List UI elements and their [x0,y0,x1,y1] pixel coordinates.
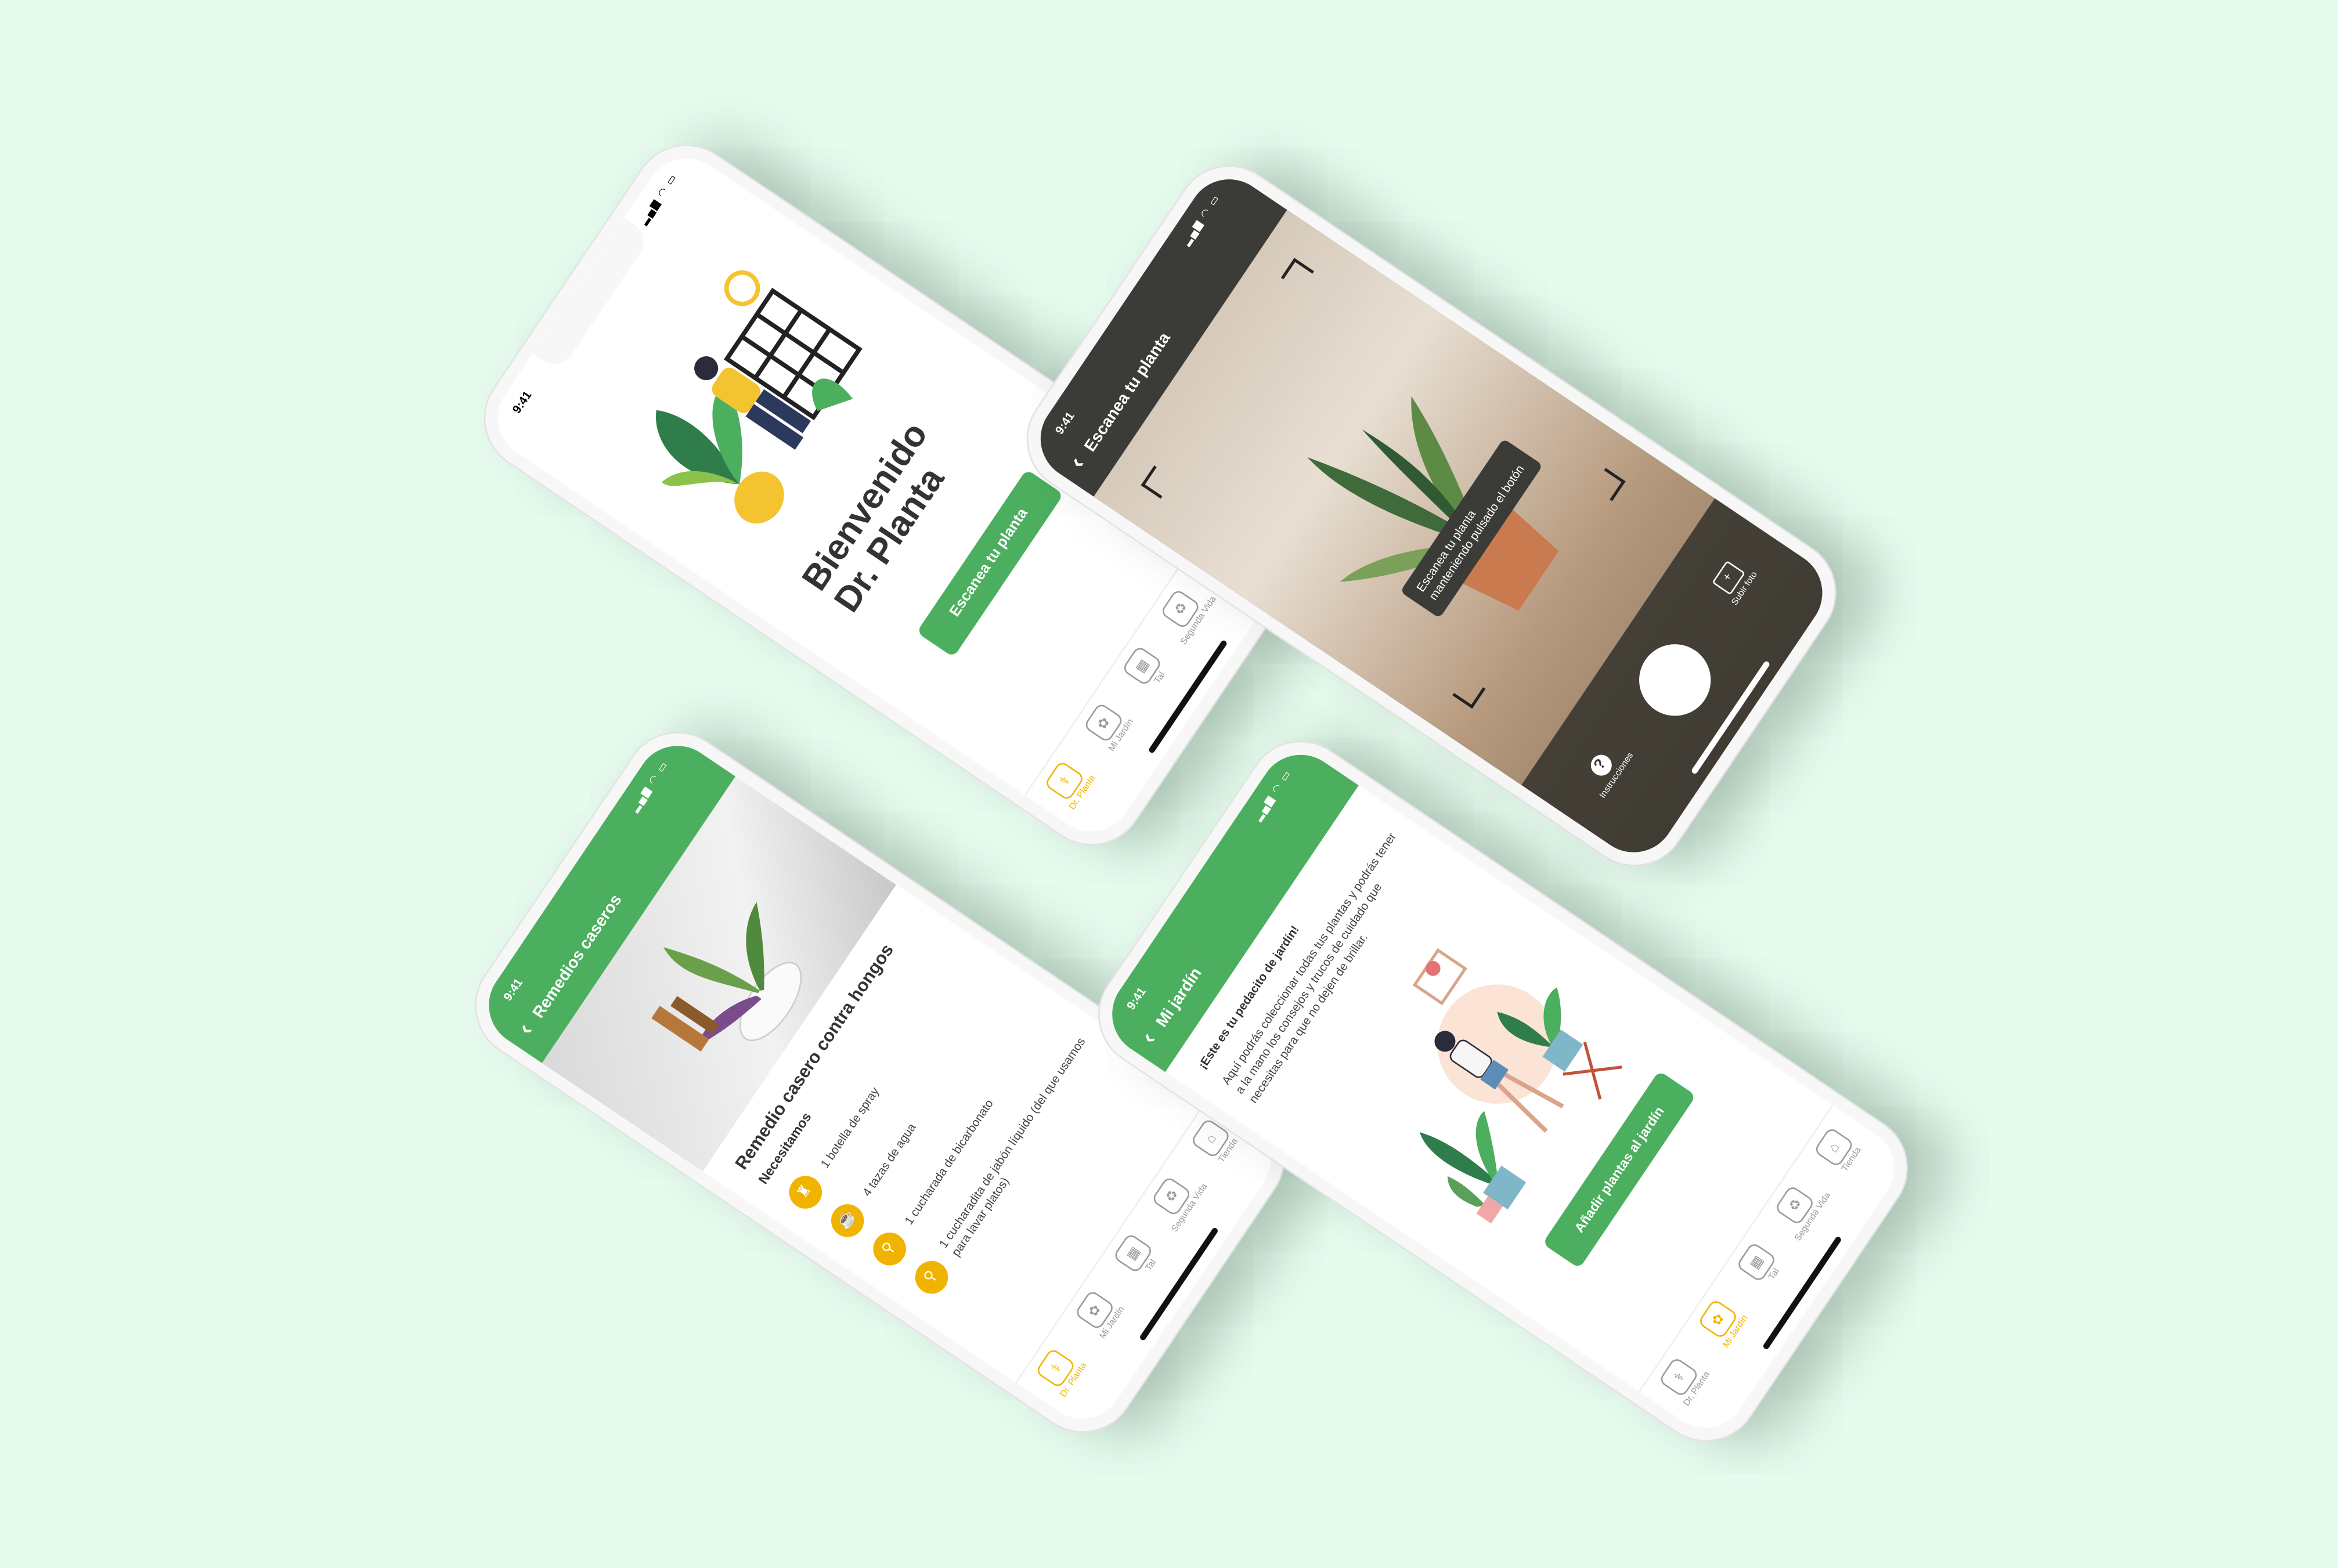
status-time: 9:41 [501,976,526,1004]
help-icon: ? [1586,750,1616,780]
back-chevron-icon[interactable]: ‹ [1065,453,1092,474]
back-chevron-icon[interactable]: ‹ [1136,1028,1163,1050]
upload-photo-button[interactable]: + Subir foto [1698,541,1770,623]
tab-label: Tal [1768,1267,1782,1282]
teaspoon-icon: ⚲ [908,1254,955,1300]
instructions-button[interactable]: ? Instrucciones [1572,728,1642,810]
phone-garden: ‹ Mi jardín 9:41 ▂▄▆ ◠ ▭ ¡Este es tu ped… [1077,720,1929,1463]
shutter-button[interactable] [1625,630,1725,730]
mockup-stage: 9:41 ▂▄▆ ◠ ▭ Bienvenido Dr. Planta Escan… [0,0,2338,1568]
spray-bottle-icon: ♜ [782,1169,829,1215]
ingredient-list: ♜ 1 botella de spray ☕ 4 tazas de agua ⚲… [782,945,1106,1300]
snake-plant-photo [1307,396,1559,611]
instructions-label: Instrucciones [1599,752,1636,801]
tab-bar: ⚕ Dr. Planta ✿ Mi Jardín ▦ Tal ♻ Segunda Vid… [1639,1104,1910,1444]
status-time: 9:41 [1052,409,1077,437]
signal-icon: ▂▄▆ ◠ ▭ [638,172,680,227]
garden-screen: ‹ Mi jardín 9:41 ▂▄▆ ◠ ▭ ¡Este es tu ped… [1096,738,1910,1444]
ingredient-label: 4 tazas de agua [859,1120,918,1199]
status-time: 9:41 [510,388,535,416]
tab-bar: ⚕ Dr. Planta ✿ Mi Jardín ▦ Tal ♻ Segunda Vid… [1015,1096,1287,1435]
status-time: 9:41 [1124,985,1149,1013]
spoon-icon: ⚲ [867,1226,912,1272]
tab-label: Tal [1145,1258,1159,1273]
cup-icon: ☕ [824,1198,871,1244]
back-chevron-icon[interactable]: ‹ [513,1019,540,1040]
tab-label: Tal [1153,671,1168,686]
notch [532,218,652,373]
